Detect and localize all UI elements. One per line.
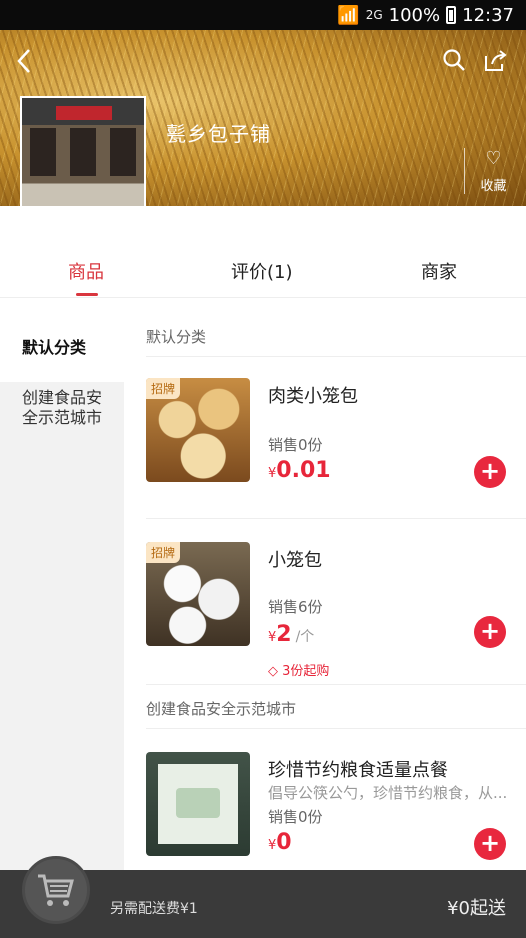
heart-icon: ♡ (485, 148, 502, 169)
cart-button[interactable] (22, 856, 90, 924)
status-bar: 📶 2G 100% 12:37 (0, 0, 526, 30)
product-price: ¥0.01 (268, 458, 331, 483)
minimum-order-amount: ¥0起送 (447, 898, 506, 919)
plus-icon: + (479, 829, 501, 857)
tab-bar: 商品 评价(1) 商家 (0, 206, 526, 298)
divider (146, 518, 526, 519)
share-icon (485, 50, 507, 71)
divider (146, 356, 526, 357)
battery-icon (446, 6, 457, 24)
price-unit: /个 (295, 629, 315, 645)
tab-reviews[interactable]: 评价(1) (231, 258, 293, 284)
shopping-cart-icon (38, 874, 74, 906)
favorite-label: 收藏 (480, 179, 507, 194)
delivery-fee: 另需配送费¥1 (110, 901, 198, 917)
divider (146, 684, 526, 685)
favorite-button[interactable]: ♡ 收藏 (464, 148, 516, 194)
section-title: 创建食品安全示范城市 (146, 700, 297, 718)
category-sidebar: 默认分类 创建食品安全示范城市 (0, 298, 124, 870)
section-title: 默认分类 (146, 328, 207, 346)
store-window (110, 128, 136, 176)
plus-icon: + (479, 617, 501, 645)
product-sales: 销售0份 (268, 808, 323, 826)
minimum-order: ◇ 3份起购 (268, 660, 329, 679)
minimum-order-label: 3份起购 (282, 664, 330, 679)
product-item[interactable]: 招牌 肉类小笼包 销售0份 ¥0.01 + (146, 378, 526, 528)
sidebar-item-default[interactable]: 默认分类 (0, 298, 124, 382)
sidebar-item-food-safety[interactable]: 创建食品安全示范城市 (0, 382, 124, 428)
signature-badge: 招牌 (146, 378, 181, 399)
cart-bar: 另需配送费¥1 ¥0起送 (0, 856, 526, 938)
store-sign (56, 106, 112, 120)
price-value: 0.01 (276, 458, 331, 483)
wifi-icon: 📶 (337, 4, 360, 26)
product-image: 招牌 (146, 378, 250, 482)
add-to-cart-button[interactable]: + (474, 828, 506, 860)
product-image (146, 752, 250, 856)
store-window (30, 128, 56, 176)
product-name: 珍惜节约粮食适量点餐 (268, 760, 448, 781)
store-header: 甏乡包子铺 ♡ 收藏 (0, 30, 526, 206)
product-image: 招牌 (146, 542, 250, 646)
price-value: 0 (276, 830, 292, 855)
product-item[interactable]: 珍惜节约粮食适量点餐 倡导公筷公勺，珍惜节约粮食，从... 销售0份 ¥0 + (146, 752, 526, 870)
add-to-cart-button[interactable]: + (474, 616, 506, 648)
battery-percent: 100% (388, 4, 441, 26)
search-icon (443, 49, 465, 71)
price-value: 2 (276, 622, 292, 647)
store-photo (20, 96, 146, 206)
product-description: 倡导公筷公勺，珍惜节约粮食，从... (268, 784, 508, 802)
poster-card (158, 764, 238, 844)
back-button[interactable] (16, 48, 32, 79)
plus-icon: + (479, 457, 501, 485)
add-to-cart-button[interactable]: + (474, 456, 506, 488)
tab-products[interactable]: 商品 (68, 258, 104, 284)
tag-icon: ◇ (268, 664, 278, 679)
chevron-left-icon (17, 49, 30, 73)
network-type: 2G (365, 8, 383, 22)
search-button[interactable] (442, 48, 466, 77)
store-name: 甏乡包子铺 (166, 122, 271, 146)
product-price: ¥0 (268, 830, 292, 855)
divider (146, 728, 526, 729)
product-name: 肉类小笼包 (268, 386, 358, 407)
product-name: 小笼包 (268, 550, 322, 571)
product-list: 默认分类 招牌 肉类小笼包 销售0份 ¥0.01 + 招牌 小笼包 销售6份 ¥… (124, 298, 526, 870)
tab-indicator (76, 293, 98, 296)
product-sales: 销售6份 (268, 598, 323, 616)
store-window (70, 128, 96, 176)
share-button[interactable] (482, 48, 508, 77)
product-price: ¥2/个 (268, 622, 314, 647)
product-item[interactable]: 招牌 小笼包 销售6份 ¥2/个 ◇ 3份起购 + (146, 542, 526, 692)
clock: 12:37 (462, 4, 514, 26)
tab-merchant[interactable]: 商家 (421, 258, 457, 284)
signature-badge: 招牌 (146, 542, 181, 563)
product-sales: 销售0份 (268, 436, 323, 454)
